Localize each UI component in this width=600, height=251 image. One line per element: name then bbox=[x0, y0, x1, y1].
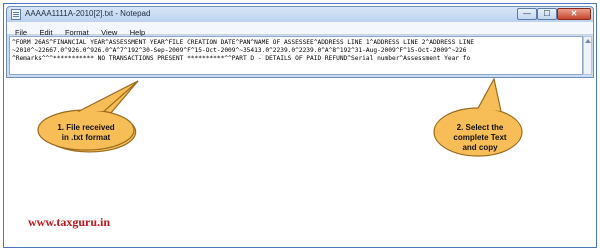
callout-1-line: 1. File received bbox=[57, 123, 115, 132]
callout-1-pointer-edge bbox=[77, 80, 139, 113]
figure-frame: AAAAA1111A-2010[2].txt - Notepad — ☐ ✕ F… bbox=[3, 3, 597, 248]
callout-2-line: 2. Select the bbox=[456, 123, 504, 132]
callout-2-line: complete Text bbox=[453, 133, 507, 142]
callout-2-line: and copy bbox=[462, 143, 498, 152]
callout-2-text: 2. Select the complete Text and copy bbox=[442, 123, 518, 153]
site-watermark: www.taxguru.in bbox=[28, 215, 111, 229]
callout-1-line: in .txt format bbox=[61, 133, 111, 142]
callout-1-text: 1. File received in .txt format bbox=[43, 123, 129, 143]
